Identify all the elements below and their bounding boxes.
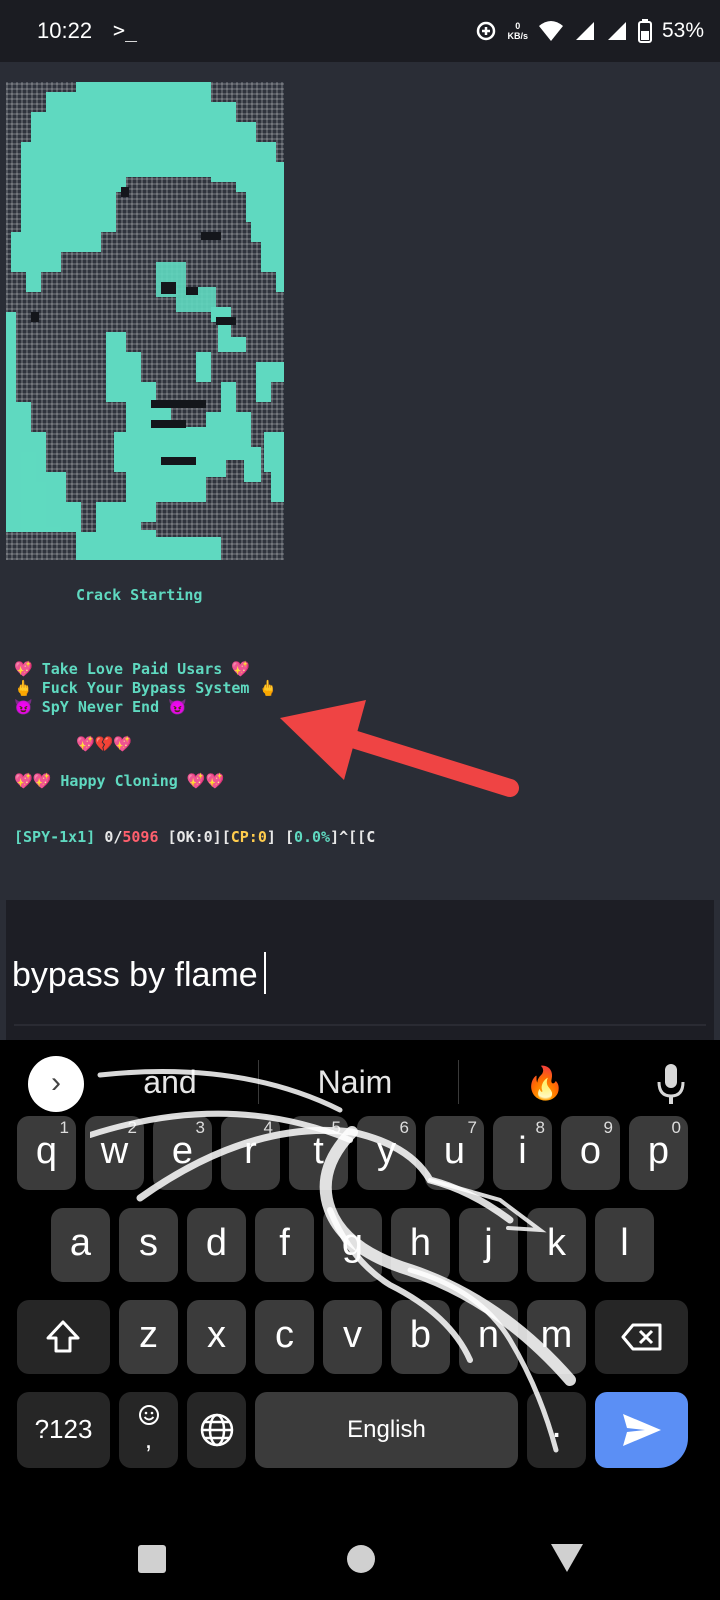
send-icon	[623, 1414, 661, 1446]
pct-open: [	[284, 828, 294, 846]
message-line-2: 🖕 Fuck Your Bypass System 🖕	[14, 679, 278, 697]
progress-count: 0/	[104, 828, 123, 846]
key-q[interactable]: 1q	[17, 1116, 76, 1190]
suggestion-2[interactable]: Naim	[270, 1064, 440, 1101]
back-button[interactable]	[551, 1544, 583, 1572]
key-g[interactable]: g	[323, 1208, 382, 1282]
key-k[interactable]: k	[527, 1208, 586, 1282]
emoji-icon	[139, 1405, 159, 1425]
mic-icon[interactable]	[656, 1062, 686, 1106]
red-arrow-annotation	[280, 700, 519, 797]
cp-open: [	[221, 828, 231, 846]
key-r[interactable]: 4r	[221, 1116, 280, 1190]
key-t[interactable]: 5t	[289, 1116, 348, 1190]
text-input[interactable]: bypass by flame	[12, 952, 266, 995]
status-icons: 0 KB/s 53%	[475, 14, 704, 48]
cp-count: CP:0	[230, 828, 267, 846]
ascii-art-portrait	[6, 82, 284, 560]
suggestion-bar: › and Naim 🔥	[0, 1040, 720, 1128]
key-l[interactable]: l	[595, 1208, 654, 1282]
period-key[interactable]: .	[527, 1392, 586, 1468]
status-time: 10:22	[37, 18, 93, 43]
suggestion-divider	[258, 1060, 259, 1104]
key-c[interactable]: c	[255, 1300, 314, 1374]
progress-line: [SPY-1x1] 0/5096 [OK:0][CP:0] [0.0%]^[[C	[14, 828, 375, 846]
key-s[interactable]: s	[119, 1208, 178, 1282]
key-e[interactable]: 3e	[153, 1116, 212, 1190]
key-i[interactable]: 8i	[493, 1116, 552, 1190]
numbers-symbols-key[interactable]: ?123	[17, 1392, 110, 1468]
suggestion-expand-button[interactable]: ›	[28, 1056, 84, 1112]
key-z[interactable]: z	[119, 1300, 178, 1374]
key-x[interactable]: x	[187, 1300, 246, 1374]
key-f[interactable]: f	[255, 1208, 314, 1282]
happy-cloning-text: 💖💖 Happy Cloning 💖💖	[14, 772, 225, 790]
data-saver-icon	[477, 21, 496, 41]
backspace-key[interactable]	[595, 1300, 688, 1374]
key-b[interactable]: b	[391, 1300, 450, 1374]
suggestion-divider	[458, 1060, 459, 1104]
hearts-line: 💖💔💖	[76, 735, 133, 753]
shift-key[interactable]	[17, 1300, 110, 1374]
crack-starting-text: Crack Starting	[76, 586, 203, 604]
battery-icon	[637, 19, 652, 43]
progress-percent: 0.0%	[293, 828, 331, 846]
key-d[interactable]: d	[187, 1208, 246, 1282]
status-bar: 10:22 >_ 0 KB/s 53%	[0, 0, 720, 62]
key-u[interactable]: 7u	[425, 1116, 484, 1190]
network-speed: 0 KB/s	[507, 21, 528, 41]
input-underline	[14, 1024, 706, 1026]
text-caret	[263, 952, 266, 994]
progress-tag: [SPY-1x1]	[14, 828, 96, 846]
navigation-bar	[0, 1518, 720, 1600]
pct-close: ]^[[C	[330, 828, 376, 846]
chevron-right-icon: ›	[51, 1066, 61, 1099]
cp-close: ]	[266, 828, 276, 846]
key-w[interactable]: 2w	[85, 1116, 144, 1190]
key-p[interactable]: 0p	[629, 1116, 688, 1190]
battery-percent: 53%	[661, 19, 704, 42]
send-button[interactable]	[595, 1392, 688, 1468]
keyboard: › and Naim 🔥 1q 2w 3e 4r 5t 6y 7u 8i 9o …	[0, 1040, 720, 1518]
signal-icon-2	[607, 22, 626, 40]
wifi-icon	[538, 21, 563, 41]
key-y[interactable]: 6y	[357, 1116, 416, 1190]
key-j[interactable]: j	[459, 1208, 518, 1282]
shift-icon	[46, 1320, 80, 1353]
globe-icon	[200, 1413, 234, 1447]
message-line-1: 💖 Take Love Paid Usars 💖	[14, 660, 251, 678]
backspace-icon	[621, 1323, 662, 1351]
key-h[interactable]: h	[391, 1208, 450, 1282]
progress-total: 5096	[122, 828, 159, 846]
signal-icon	[575, 22, 594, 40]
message-line-3: 😈 SpY Never End 😈	[14, 698, 187, 716]
text-input-panel[interactable]: bypass by flame	[6, 900, 714, 1040]
suggestion-3-fire-emoji[interactable]: 🔥	[480, 1064, 610, 1102]
language-key[interactable]	[187, 1392, 246, 1468]
recent-apps-button[interactable]	[138, 1545, 166, 1573]
suggestion-1[interactable]: and	[100, 1064, 240, 1101]
key-m[interactable]: m	[527, 1300, 586, 1374]
input-value: bypass by flame	[12, 956, 258, 994]
key-v[interactable]: v	[323, 1300, 382, 1374]
space-bar[interactable]: English	[255, 1392, 518, 1468]
ok-count: [OK:0]	[167, 828, 222, 846]
key-a[interactable]: a	[51, 1208, 110, 1282]
key-n[interactable]: n	[459, 1300, 518, 1374]
home-button[interactable]	[347, 1545, 375, 1573]
emoji-comma-key[interactable]: ,	[119, 1392, 178, 1468]
key-o[interactable]: 9o	[561, 1116, 620, 1190]
terminal-notification-icon: >_	[113, 18, 138, 42]
